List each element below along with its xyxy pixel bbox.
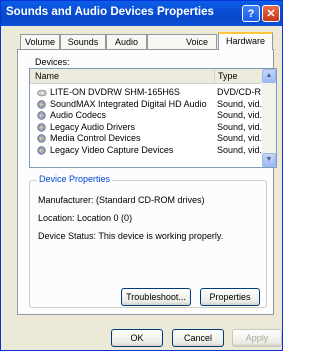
device-name: Legacy Video Capture Devices [50, 144, 174, 155]
device-row[interactable]: Legacy Audio Drivers Sound, vid... [30, 121, 267, 133]
device-row[interactable]: Media Control Devices Sound, vid... [30, 133, 267, 144]
tab-sounds[interactable]: Sounds [60, 34, 106, 49]
device-row[interactable]: Legacy Video Capture Devices Sound, vid..… [30, 144, 267, 156]
tab-voice[interactable]: Voice [147, 34, 217, 49]
close-button[interactable]: ✕ [262, 5, 280, 22]
device-type: DVD/CD-R... [217, 87, 269, 97]
devices-list[interactable]: Name Type LITE-ON DVDRW SHM-165H6S DVD/CD… [29, 68, 277, 168]
sound-device-icon [37, 145, 47, 155]
apply-button[interactable]: Apply [232, 329, 282, 347]
help-button[interactable]: ? [242, 5, 260, 22]
troubleshoot-button[interactable]: Troubleshoot... [121, 288, 191, 306]
device-type: Sound, vid... [217, 121, 268, 132]
device-type: Sound, vid... [217, 133, 268, 143]
column-header-type[interactable]: Type [214, 69, 262, 84]
tab-volume[interactable]: Volume [20, 34, 60, 49]
device-status-text: Device Status: This device is working pr… [38, 231, 224, 241]
device-name: LITE-ON DVDRW SHM-165H6S [50, 87, 180, 97]
sound-device-icon [37, 122, 47, 132]
device-type: Sound, vid... [217, 98, 268, 109]
window-title: Sounds and Audio Devices Properties [6, 6, 214, 18]
sound-device-icon [37, 134, 47, 143]
device-row[interactable]: SoundMAX Integrated Digital HD Audio Soun… [30, 98, 267, 110]
manufacturer-text: Manufacturer: (Standard CD-ROM drives) [38, 195, 205, 205]
scroll-up-icon[interactable]: ▲ [262, 69, 276, 83]
ok-button[interactable]: OK [111, 329, 163, 347]
location-text: Location: Location 0 (0) [38, 213, 133, 223]
sound-device-icon [37, 111, 47, 120]
device-row[interactable]: LITE-ON DVDRW SHM-165H6S DVD/CD-R... [30, 87, 269, 98]
device-properties-title: Device Properties [37, 174, 113, 184]
column-header-name[interactable]: Name [30, 69, 214, 84]
scroll-down-icon[interactable]: ▼ [262, 153, 276, 167]
device-name: Media Control Devices [50, 133, 141, 143]
device-type: Sound, vid... [217, 110, 268, 120]
cancel-button[interactable]: Cancel [172, 329, 224, 347]
devices-scrollbar[interactable]: ▲ ▼ [262, 69, 276, 167]
device-name: Legacy Audio Drivers [50, 121, 136, 132]
sound-device-icon [37, 99, 47, 109]
device-name: SoundMAX Integrated Digital HD Audio [50, 98, 207, 109]
device-type: Sound, vid... [217, 144, 268, 155]
device-row[interactable]: Audio Codecs Sound, vid... [30, 110, 267, 121]
tab-hardware[interactable]: Hardware [218, 32, 273, 50]
cd-drive-icon [37, 88, 47, 97]
devices-label: Devices: [35, 57, 70, 67]
title-bar: Sounds and Audio Devices Properties ? ✕ [1, 1, 282, 26]
device-name: Audio Codecs [50, 110, 107, 120]
tab-voice-label: Voice [186, 37, 209, 47]
properties-button[interactable]: Properties [200, 288, 260, 306]
tab-audio[interactable]: Audio [106, 34, 147, 49]
